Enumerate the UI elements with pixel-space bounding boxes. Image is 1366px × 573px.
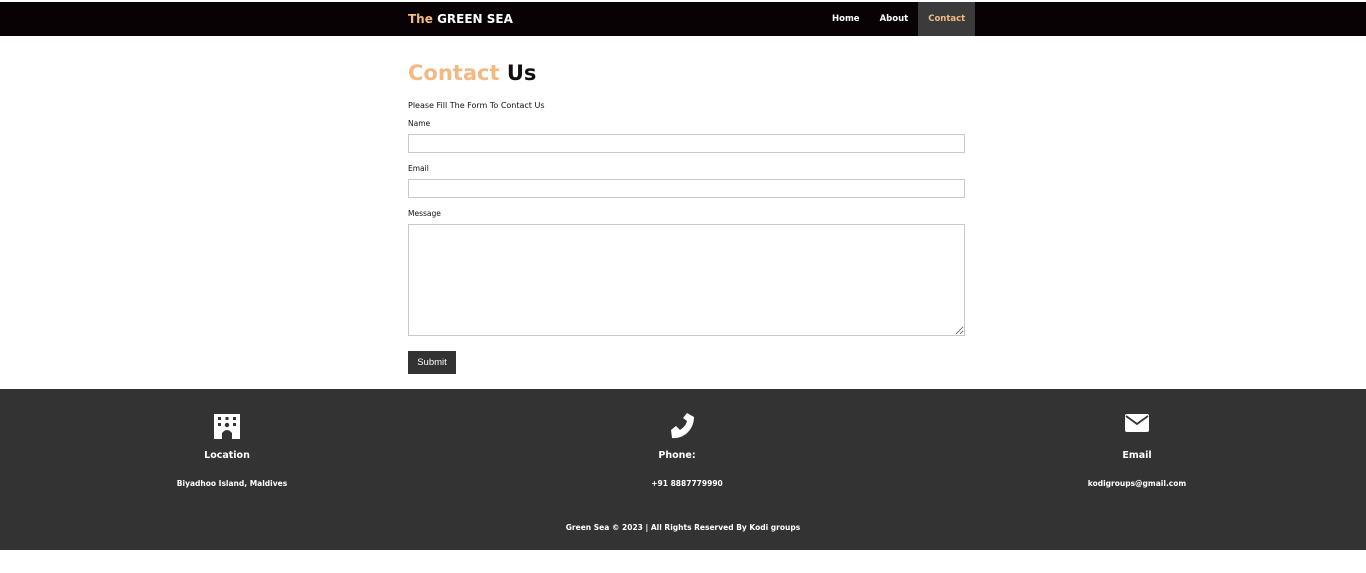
nav-item-home[interactable]: Home <box>822 2 870 36</box>
submit-button[interactable]: Submit <box>408 351 456 374</box>
email-text[interactable]: kodigroups@gmail.com <box>987 479 1287 488</box>
name-label: Name <box>408 119 431 128</box>
nav-menu: Home About Contact <box>822 2 976 36</box>
brand-prefix: The <box>408 12 433 26</box>
email-heading: Email <box>1122 450 1152 461</box>
email-input[interactable] <box>408 179 965 198</box>
page-title: Contact Us <box>408 60 536 86</box>
brand-logo[interactable]: The GREEN SEA <box>408 11 513 27</box>
phone-text: +91 8887779990 <box>651 479 723 488</box>
page-title-accent: Contact <box>408 61 500 85</box>
top-navbar: The GREEN SEA Home About Contact <box>0 2 1366 36</box>
building-icon <box>213 413 241 443</box>
name-input[interactable] <box>408 134 965 153</box>
location-heading: Location <box>204 450 250 461</box>
page-title-rest: Us <box>506 61 537 85</box>
brand-name: GREEN SEA <box>437 12 513 26</box>
nav-item-about[interactable]: About <box>870 2 919 36</box>
nav-item-contact[interactable]: Contact <box>918 2 976 36</box>
envelope-icon <box>1124 413 1150 437</box>
message-textarea[interactable] <box>408 224 965 336</box>
phone-heading: Phone: <box>658 450 696 461</box>
phone-icon <box>669 413 695 443</box>
email-label: Email <box>408 164 429 173</box>
form-intro-text: Please Fill The Form To Contact Us <box>408 101 545 110</box>
message-label: Message <box>408 209 441 218</box>
location-text: Biyadhoo Island, Maldives <box>176 479 288 488</box>
footer: Location Biyadhoo Island, Maldives Phone… <box>0 389 1366 550</box>
copyright-text: Green Sea © 2023 | All Rights Reserved B… <box>565 523 801 532</box>
